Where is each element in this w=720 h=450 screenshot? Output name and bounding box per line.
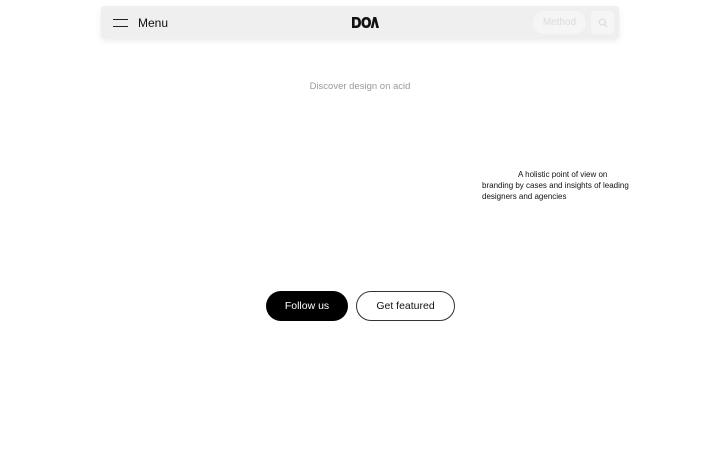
method-button[interactable]: Method — [533, 11, 586, 34]
hamburger-icon[interactable] — [113, 18, 128, 27]
menu-button[interactable]: Menu — [113, 6, 168, 39]
top-navbar: Menu Method — [101, 6, 619, 39]
search-button[interactable] — [591, 11, 614, 34]
get-featured-button[interactable]: Get featured — [356, 291, 455, 321]
search-icon — [598, 18, 607, 27]
page: Menu Method Discover design on acid A ho… — [0, 0, 720, 450]
tagline: Discover design on acid — [309, 81, 411, 92]
hero-description: A holistic point of view on branding by … — [482, 170, 629, 201]
follow-us-button[interactable]: Follow us — [266, 291, 348, 321]
doa-logo[interactable] — [352, 17, 379, 28]
menu-label: Menu — [138, 15, 169, 30]
